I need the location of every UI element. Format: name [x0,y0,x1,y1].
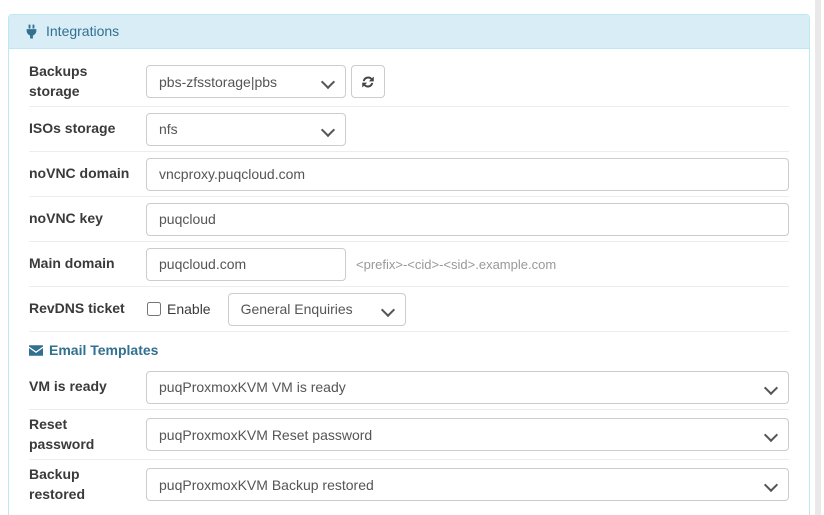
scrollbar[interactable] [815,0,821,515]
backups-storage-select-wrap: pbs-zfsstorage|pbs [146,65,346,99]
backups-storage-select[interactable]: pbs-zfsstorage|pbs [146,65,346,99]
revdns-department-select[interactable]: General Enquiries [227,292,406,326]
novnc-key-input[interactable] [146,202,789,236]
backup-restored-select-wrap: puqProxmoxKVM Backup restored [146,468,789,502]
revdns-ticket-label: RevDNS ticket [29,300,125,317]
field-row-main-domain: Main domain <prefix>-<cid>-<sid>.example… [29,242,789,288]
refresh-icon [361,75,375,89]
novnc-domain-label: noVNC domain [29,165,130,182]
panel-body: Backups storage pbs-zfsstorage|pbs ISOs … [9,49,809,515]
field-row-isos-storage: ISOs storage nfs [29,107,789,153]
isos-storage-select[interactable]: nfs [146,112,346,146]
vm-is-ready-select-wrap: puqProxmoxKVM VM is ready [146,370,789,404]
vm-is-ready-label: VM is ready [29,378,107,395]
refresh-backups-storage-button[interactable] [351,65,385,99]
main-domain-hint: <prefix>-<cid>-<sid>.example.com [356,256,557,272]
backup-restored-label: Backup restored [29,466,86,502]
isos-storage-label: ISOs storage [29,120,116,137]
plug-icon [24,24,39,39]
field-row-backup-restored: Backup restored puqProxmoxKVM Backup res… [29,460,789,509]
envelope-icon [29,344,43,356]
novnc-key-label: noVNC key [29,210,103,227]
revdns-enable-label: Enable [167,301,211,318]
revdns-enable-checkbox[interactable] [147,302,161,317]
vm-is-ready-select[interactable]: puqProxmoxKVM VM is ready [146,370,789,404]
revdns-department-select-wrap: General Enquiries [227,292,406,326]
field-row-backups-storage: Backups storage pbs-zfsstorage|pbs [29,57,789,108]
email-templates-title: Email Templates [49,342,159,359]
field-row-novnc-domain: noVNC domain [29,152,789,198]
field-row-reset-password: Reset password puqProxmoxKVM Reset passw… [29,410,789,461]
field-row-revdns-ticket: RevDNS ticket Enable General Enquiries [29,287,789,333]
main-domain-label: Main domain [29,255,115,272]
backups-storage-label: Backups storage [29,63,88,99]
field-row-novnc-key: noVNC key [29,197,789,243]
reset-password-select[interactable]: puqProxmoxKVM Reset password [146,418,789,452]
isos-storage-select-wrap: nfs [146,112,346,146]
integrations-panel: Integrations Backups storage pbs-zfsstor… [8,14,810,515]
novnc-domain-input[interactable] [146,157,789,191]
page: Integrations Backups storage pbs-zfsstor… [0,0,824,515]
backup-restored-select[interactable]: puqProxmoxKVM Backup restored [146,468,789,502]
panel-heading: Integrations [9,15,809,49]
reset-password-select-wrap: puqProxmoxKVM Reset password [146,418,789,452]
reset-password-label: Reset password [29,416,95,452]
main-domain-input[interactable] [146,247,346,281]
panel-title: Integrations [46,23,120,39]
email-templates-heading: Email Templates [29,332,789,365]
field-row-vm-is-ready: VM is ready puqProxmoxKVM VM is ready [29,365,789,411]
